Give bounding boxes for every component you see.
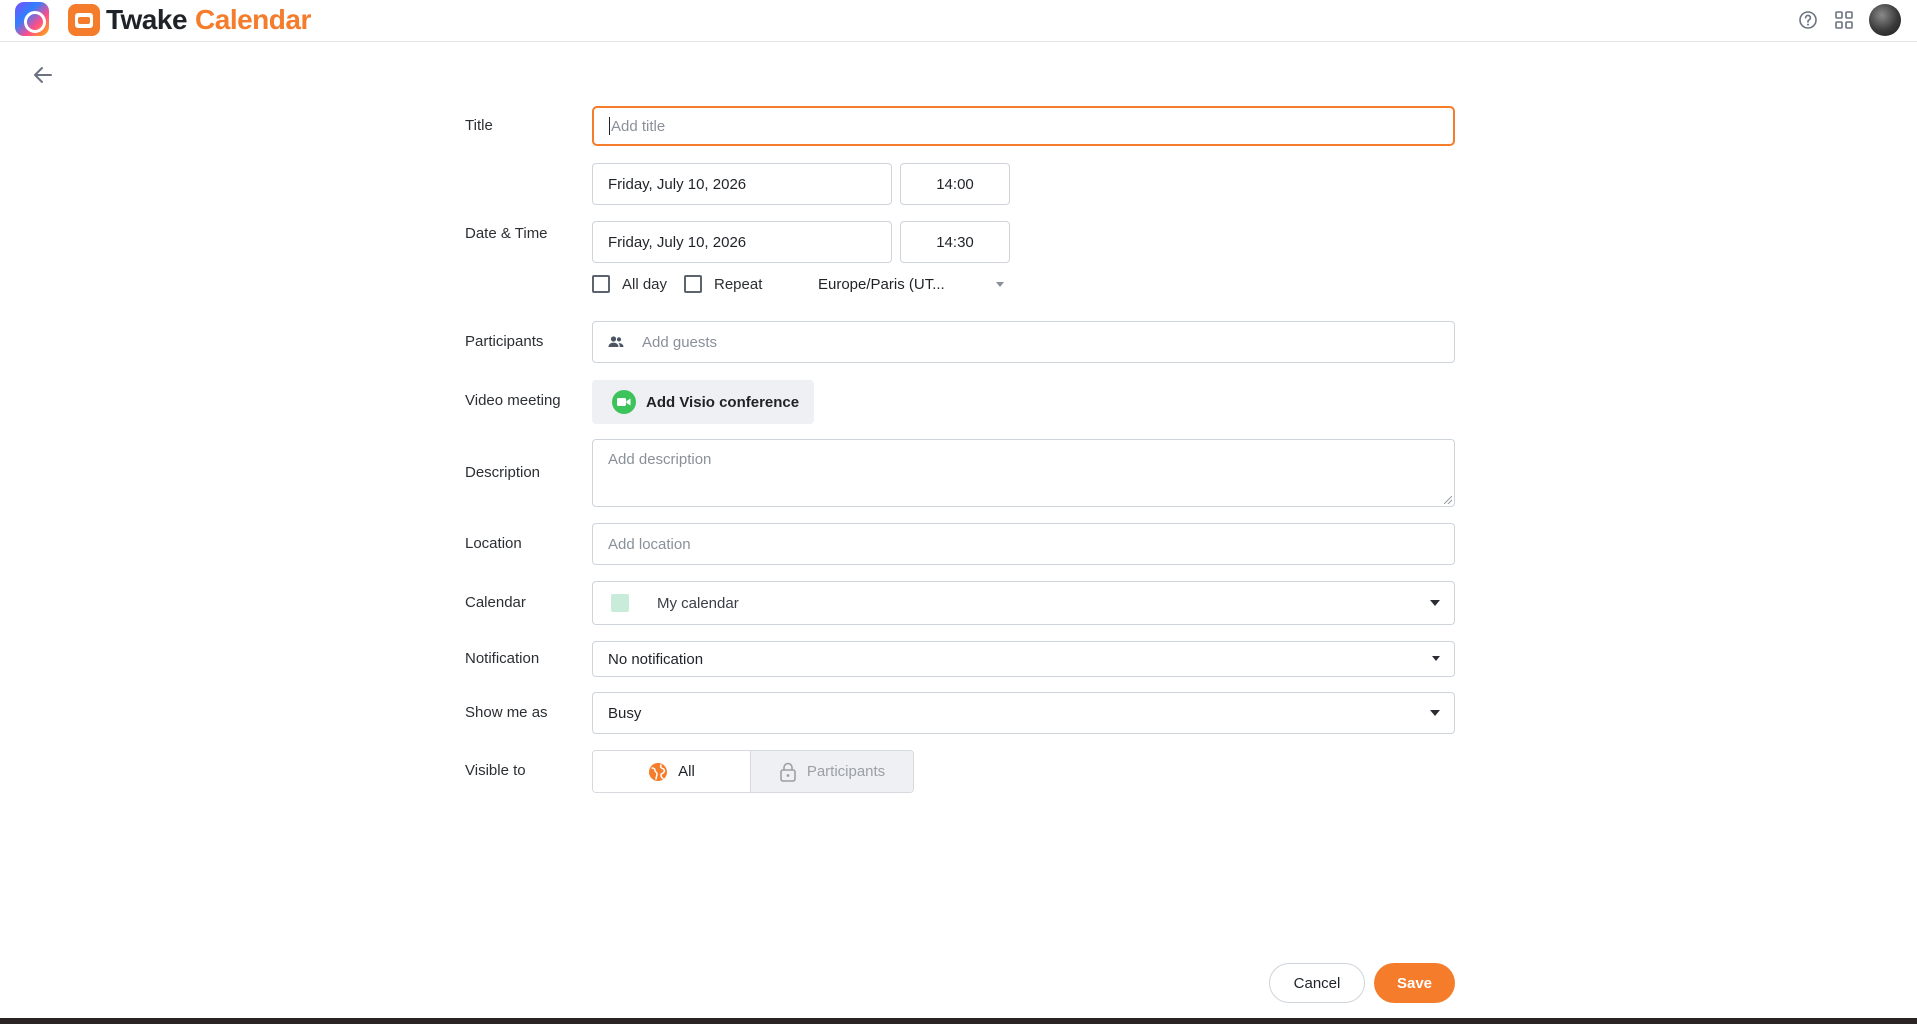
user-avatar[interactable] [1869, 4, 1901, 36]
participants-input[interactable]: Add guests [592, 321, 1455, 363]
location-label: Location [465, 535, 522, 552]
text-caret [609, 117, 610, 135]
description-placeholder: Add description [608, 451, 712, 468]
repeat-checkbox-row[interactable]: Repeat [684, 274, 762, 294]
timezone-value: Europe/Paris (UT... [818, 275, 945, 293]
add-visio-button[interactable]: Add Visio conference [592, 380, 814, 424]
start-date-field[interactable]: Friday, July 10, 2026 [592, 163, 892, 205]
top-right-actions [1797, 3, 1901, 37]
start-time-field[interactable]: 14:00 [900, 163, 1010, 205]
calendar-select[interactable]: My calendar [592, 581, 1455, 625]
chevron-down-icon [1432, 656, 1440, 661]
video-meeting-label: Video meeting [465, 392, 561, 409]
notification-select[interactable]: No notification [592, 641, 1455, 677]
people-icon [608, 334, 624, 350]
back-arrow-icon[interactable] [30, 62, 56, 88]
description-input[interactable]: Add description [592, 439, 1455, 507]
repeat-label: Repeat [714, 275, 763, 293]
title-label: Title [465, 117, 493, 134]
title-input[interactable]: Add title [592, 106, 1455, 146]
end-time-field[interactable]: 14:30 [900, 221, 1010, 263]
description-label: Description [465, 464, 541, 481]
calendar-color-swatch [611, 594, 629, 612]
apps-launcher-logo[interactable] [15, 2, 49, 36]
showme-value: Busy [608, 704, 642, 722]
visibility-toggle: All Participants [592, 750, 914, 793]
video-camera-icon [612, 390, 636, 414]
notification-value: No notification [608, 650, 704, 668]
participants-label: Participants [465, 333, 544, 350]
visibility-participants-option[interactable]: Participants [751, 751, 913, 792]
title-placeholder: Add title [611, 117, 666, 135]
calendar-logo-icon [68, 4, 100, 36]
calendar-label: Calendar [465, 594, 526, 611]
globe-icon [648, 762, 668, 782]
grid-apps-icon[interactable] [1833, 9, 1855, 31]
location-placeholder: Add location [608, 535, 691, 553]
top-bar: Twake Calendar [0, 0, 1917, 42]
cancel-button[interactable]: Cancel [1269, 963, 1365, 1003]
participants-placeholder: Add guests [642, 333, 718, 351]
chevron-down-icon [1430, 600, 1440, 606]
timezone-select[interactable]: Europe/Paris (UT... [818, 274, 1004, 294]
visibility-all-option[interactable]: All [593, 751, 751, 792]
help-icon[interactable] [1797, 9, 1819, 31]
showme-select[interactable]: Busy [592, 692, 1455, 734]
bottom-edge-strip [0, 1018, 1917, 1024]
lock-icon [779, 762, 797, 782]
end-date-field[interactable]: Friday, July 10, 2026 [592, 221, 892, 263]
showme-label: Show me as [465, 704, 548, 721]
chevron-down-icon [1430, 710, 1440, 716]
allday-label: All day [622, 275, 668, 293]
save-button[interactable]: Save [1374, 963, 1455, 1003]
allday-checkbox-row[interactable]: All day [592, 274, 667, 294]
datetime-label: Date & Time [465, 225, 548, 242]
notification-label: Notification [465, 650, 540, 667]
repeat-checkbox[interactable] [684, 275, 702, 293]
app-title: Twake Calendar [106, 4, 311, 36]
app-brand[interactable]: Twake Calendar [68, 3, 311, 37]
app-title-part2: Calendar [195, 4, 311, 35]
add-visio-label: Add Visio conference [646, 393, 800, 411]
chevron-down-icon [996, 282, 1004, 287]
location-input[interactable]: Add location [592, 523, 1455, 565]
visibility-all-label: All [678, 763, 695, 780]
visible-label: Visible to [465, 762, 526, 779]
allday-checkbox[interactable] [592, 275, 610, 293]
visibility-participants-label: Participants [806, 763, 886, 780]
resize-handle[interactable] [1444, 496, 1452, 504]
app-title-part1: Twake [106, 4, 188, 35]
calendar-value: My calendar [657, 594, 739, 612]
